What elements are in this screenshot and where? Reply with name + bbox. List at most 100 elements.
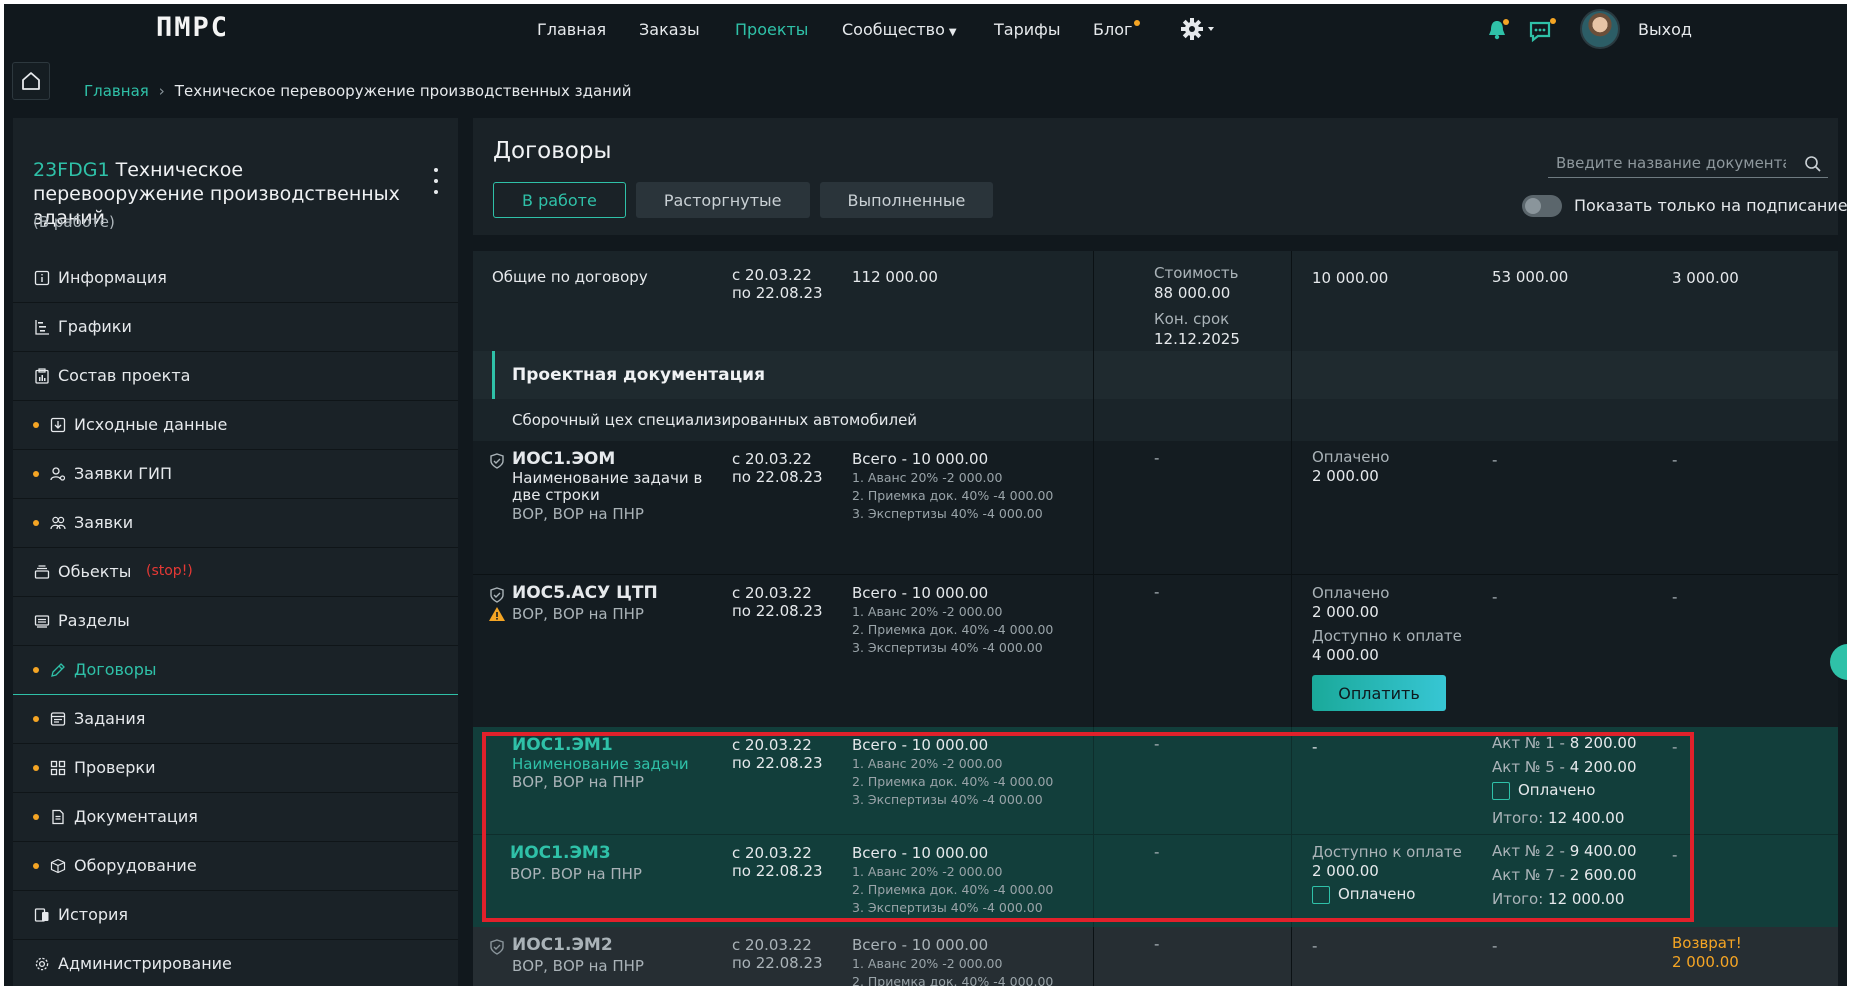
row-vor: ВОР, ВОР на ПНР [512, 605, 644, 623]
sidebar-item[interactable]: Администрирование [13, 940, 458, 986]
row-code[interactable]: ИОС1.ЭОМ [512, 450, 615, 468]
summary-cost-label: Стоимость [1154, 264, 1239, 282]
paid-checkbox-label: Оплачено [1338, 885, 1416, 903]
nav-blog[interactable]: Блог [1093, 20, 1141, 39]
nav-community[interactable]: Сообщество ▼ [842, 20, 957, 39]
pen-icon [49, 661, 67, 679]
subsection-title: Сборочный цех специализированных автомоб… [512, 411, 918, 429]
home-button[interactable] [12, 62, 50, 100]
logo[interactable]: ПМРС [156, 12, 229, 43]
top-navbar: ПМРС Главная Заказы Проекты Сообщество ▼ … [4, 4, 1847, 60]
row-name-line2: две строки [512, 486, 600, 504]
breadcrumb-home[interactable]: Главная [84, 82, 149, 100]
search-input[interactable] [1556, 154, 1786, 172]
sidebar-item-label: Графики [58, 317, 132, 336]
breadcrumb: Главная › Техническое перевооружение произ… [84, 82, 631, 100]
checkbox[interactable] [1492, 781, 1510, 800]
sidebar-item[interactable]: Договоры [13, 646, 458, 695]
table-row-selected[interactable]: ИОС1.ЭМ1 Наименование задачи ВОР, ВОР на… [473, 727, 1838, 835]
table-row[interactable]: ИОС1.ЭОМ Наименование задачи в две строк… [473, 441, 1838, 575]
row-stage-1: 1. Аванс 20% -2 000.00 [852, 470, 1003, 485]
tab-completed[interactable]: Выполненные [819, 182, 994, 218]
user-gear-icon [49, 465, 67, 483]
sidebar-item[interactable]: Разделы [13, 597, 458, 646]
row-col7: - [1672, 738, 1678, 756]
section-row: Проектная документация [473, 351, 1838, 399]
row-available-label: Доступно к оплате [1312, 843, 1462, 861]
sidebar-item[interactable]: Заявки [13, 499, 458, 548]
sidebar-item[interactable]: Задания [13, 695, 458, 744]
sidebar-item[interactable]: Документация [13, 793, 458, 842]
sidebar-item[interactable]: Состав проекта [13, 352, 458, 401]
notification-dot [1134, 20, 1141, 26]
summary-total: 112 000.00 [852, 268, 938, 286]
search-icon[interactable] [1804, 155, 1822, 177]
nav-home[interactable]: Главная [537, 20, 606, 39]
nav-tariffs[interactable]: Тарифы [994, 20, 1060, 39]
logout-link[interactable]: Выход [1638, 20, 1692, 39]
sum-label: Итого: [1492, 809, 1544, 827]
table-row-returned[interactable]: ИОС1.ЭМ2 ВОР, ВОР на ПНР с 20.03.22 по 2… [473, 927, 1838, 986]
row-vor: ВОР, ВОР на ПНР [512, 957, 644, 975]
summary-cost: 88 000.00 [1154, 284, 1231, 302]
chat-icon [1529, 18, 1556, 43]
sidebar-item[interactable]: Заявки ГИП [13, 450, 458, 499]
row-paid-label: Оплачено [1312, 584, 1390, 602]
sidebar-item[interactable]: Графики [13, 303, 458, 352]
sign-only-toggle[interactable] [1522, 195, 1562, 217]
status-dot [33, 765, 39, 771]
table-row-selected[interactable]: ИОС1.ЭМ3 ВОР. ВОР на ПНР с 20.03.22 по 2… [473, 835, 1838, 927]
paid-checkbox[interactable]: Оплачено [1312, 885, 1415, 904]
sidebar-item[interactable]: Исходные данные [13, 401, 458, 450]
sidebar-item[interactable]: Оборудование [13, 842, 458, 891]
row-col4: - [1154, 843, 1160, 861]
tab-terminated[interactable]: Расторгнутые [635, 182, 810, 218]
kebab-menu-icon[interactable] [431, 168, 441, 194]
refund-label: Возврат! [1672, 934, 1742, 952]
row-code[interactable]: ИОС1.ЭМ2 [512, 936, 613, 954]
row-stage-3: 3. Экспертизы 40% -4 000.00 [852, 506, 1043, 521]
pay-button[interactable]: Оплатить [1312, 675, 1446, 711]
stop-badge: (stop!) [146, 563, 193, 579]
sidebar-item[interactable]: Проверки [13, 744, 458, 793]
paid-checkbox[interactable]: Оплачено [1492, 781, 1595, 800]
gear-icon [1181, 18, 1214, 40]
bell-button[interactable] [1486, 17, 1512, 47]
nav-orders[interactable]: Заказы [639, 20, 700, 39]
sidebar-item[interactable]: Обьекты (stop!) [13, 548, 458, 597]
sidebar-item-label: Информация [58, 268, 167, 287]
row-stage-1: 1. Аванс 20% -2 000.00 [852, 756, 1003, 771]
nav-projects[interactable]: Проекты [735, 20, 808, 39]
contracts-table: Общие по договору с 20.03.22 по 22.08.23… [473, 251, 1838, 986]
checkbox[interactable] [1312, 885, 1330, 904]
summary-date-to: по 22.08.23 [732, 284, 823, 302]
sidebar-item[interactable]: Информация [13, 254, 458, 303]
chat-button[interactable] [1528, 16, 1558, 48]
summary-deadline: 12.12.2025 [1154, 330, 1240, 348]
row-act-1: Акт № 1 - 8 200.00 [1492, 734, 1637, 752]
sidebar-item[interactable]: История [13, 891, 458, 940]
users-icon [49, 514, 67, 532]
row-code[interactable]: ИОС5.АСУ ЦТП [512, 584, 658, 602]
settings-menu[interactable] [1180, 17, 1216, 45]
status-dot [33, 520, 39, 526]
table-row[interactable]: ИОС5.АСУ ЦТП ВОР, ВОР на ПНР с 20.03.22 … [473, 575, 1838, 727]
status-dot [33, 667, 39, 673]
tasks-icon [49, 710, 67, 728]
row-stage-2: 2. Приемка док. 40% -4 000.00 [852, 882, 1054, 897]
row-stage-3: 3. Экспертизы 40% -4 000.00 [852, 900, 1043, 915]
row-col6: - [1492, 588, 1498, 606]
row-stage-1: 1. Аванс 20% -2 000.00 [852, 864, 1003, 879]
user-avatar[interactable] [1580, 9, 1620, 49]
row-date-to: по 22.08.23 [732, 754, 823, 772]
tab-in-progress[interactable]: В работе [493, 182, 626, 218]
box-icon [49, 857, 67, 875]
row-vor: ВОР. ВОР на ПНР [510, 865, 642, 883]
row-code[interactable]: ИОС1.ЭМ1 [512, 736, 613, 754]
row-sum: Итого: 12 400.00 [1492, 809, 1624, 827]
project-status: (В работе) [33, 213, 115, 231]
row-code[interactable]: ИОС1.ЭМ3 [510, 844, 611, 862]
row-available: 2 000.00 [1312, 862, 1379, 880]
row-vor: ВОР, ВОР на ПНР [512, 773, 644, 791]
refund-value: 2 000.00 [1672, 953, 1739, 971]
